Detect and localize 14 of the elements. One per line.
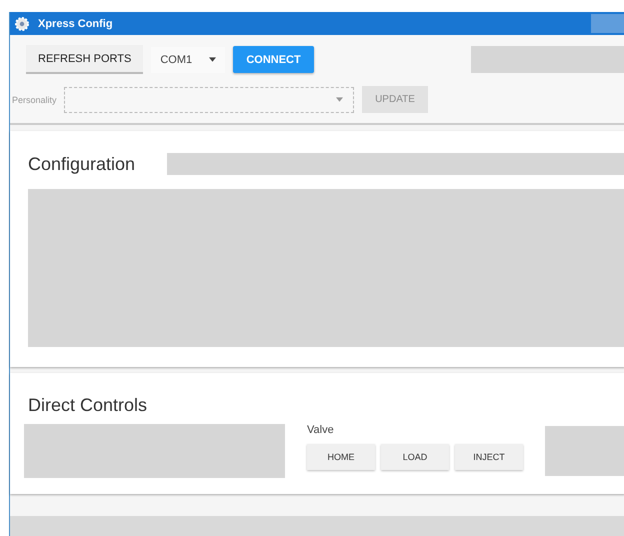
- title-bar-block: [591, 14, 624, 33]
- gear-icon: [14, 16, 30, 32]
- valve-label: Valve: [307, 424, 335, 436]
- window-title: Xpress Config: [38, 18, 113, 30]
- section-title: Configuration: [28, 154, 136, 174]
- caret-icon: [209, 57, 216, 62]
- caret-icon: [336, 97, 343, 102]
- valve-button[interactable]: HOME: [307, 444, 375, 470]
- refresh-ports-button[interactable]: REFRESH PORTS: [26, 45, 144, 74]
- valve-button[interactable]: LOAD: [381, 444, 449, 470]
- personality-label: Personality: [12, 94, 56, 104]
- personality-select[interactable]: [64, 86, 354, 112]
- section-title: Direct Controls: [28, 395, 148, 416]
- valve-button[interactable]: INJECT: [455, 444, 523, 470]
